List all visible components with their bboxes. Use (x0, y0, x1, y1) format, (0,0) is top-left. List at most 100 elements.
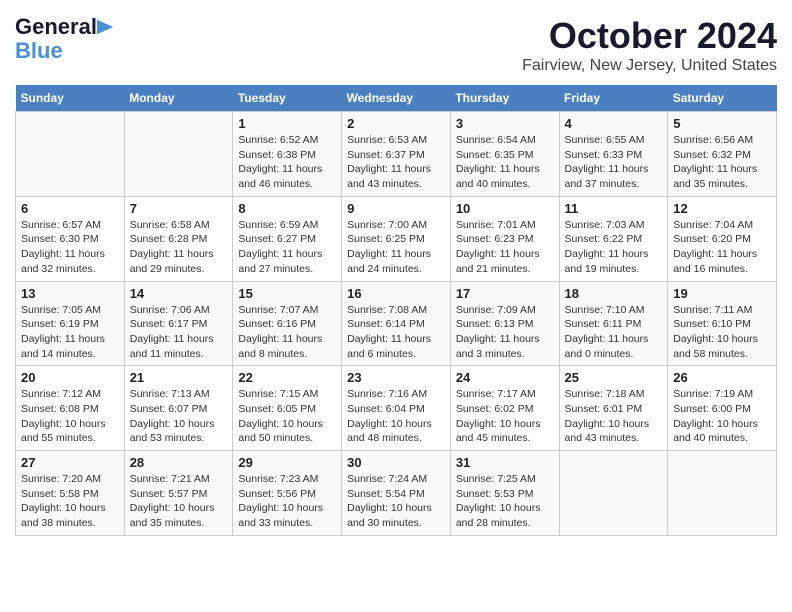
calendar-body: 1 Sunrise: 6:52 AM Sunset: 6:38 PM Daylig… (16, 112, 777, 536)
calendar-week-1: 1 Sunrise: 6:52 AM Sunset: 6:38 PM Daylig… (16, 112, 777, 197)
day-info: Sunrise: 6:55 AM Sunset: 6:33 PM Dayligh… (565, 134, 649, 190)
day-info: Sunrise: 6:59 AM Sunset: 6:27 PM Dayligh… (238, 219, 322, 275)
day-info: Sunrise: 7:01 AM Sunset: 6:23 PM Dayligh… (456, 219, 540, 275)
day-info: Sunrise: 7:06 AM Sunset: 6:17 PM Dayligh… (130, 304, 214, 360)
calendar-cell: 16 Sunrise: 7:08 AM Sunset: 6:14 PM Dayli… (342, 281, 451, 366)
day-info: Sunrise: 7:17 AM Sunset: 6:02 PM Dayligh… (456, 388, 541, 444)
day-info: Sunrise: 6:57 AM Sunset: 6:30 PM Dayligh… (21, 219, 105, 275)
calendar-cell: 11Sunrise: 7:03 AM Sunset: 6:22 PM Dayli… (559, 196, 668, 281)
logo-text-blue: Blue (15, 38, 63, 63)
calendar-week-4: 20 Sunrise: 7:12 AM Sunset: 6:08 PM Dayli… (16, 366, 777, 451)
page-header: General Blue October 2024 Fairview, New … (15, 15, 777, 75)
day-info: Sunrise: 7:03 AM Sunset: 6:22 PM Dayligh… (565, 219, 649, 275)
day-info: Sunrise: 6:56 AM Sunset: 6:32 PM Dayligh… (673, 134, 757, 190)
day-number: 10 (456, 201, 554, 216)
day-number: 7 (130, 201, 228, 216)
calendar-week-2: 6 Sunrise: 6:57 AM Sunset: 6:30 PM Daylig… (16, 196, 777, 281)
day-number: 28 (130, 455, 228, 470)
day-info: Sunrise: 7:24 AM Sunset: 5:54 PM Dayligh… (347, 473, 432, 529)
day-number: 16 (347, 286, 445, 301)
logo: General Blue (15, 15, 115, 63)
day-number: 12 (673, 201, 771, 216)
day-number: 20 (21, 370, 119, 385)
logo-text-general: General (15, 15, 97, 39)
day-info: Sunrise: 7:18 AM Sunset: 6:01 PM Dayligh… (565, 388, 650, 444)
calendar-cell: 10 Sunrise: 7:01 AM Sunset: 6:23 PM Dayli… (450, 196, 559, 281)
header-day-monday: Monday (124, 85, 233, 112)
header-day-sunday: Sunday (16, 85, 125, 112)
calendar-cell: 13 Sunrise: 7:05 AM Sunset: 6:19 PM Dayli… (16, 281, 125, 366)
day-info: Sunrise: 7:20 AM Sunset: 5:58 PM Dayligh… (21, 473, 106, 529)
day-number: 29 (238, 455, 336, 470)
calendar-cell (124, 112, 233, 197)
calendar-cell: 23 Sunrise: 7:16 AM Sunset: 6:04 PM Dayli… (342, 366, 451, 451)
day-number: 31 (456, 455, 554, 470)
header-day-saturday: Saturday (668, 85, 777, 112)
day-number: 23 (347, 370, 445, 385)
calendar-cell: 4 Sunrise: 6:55 AM Sunset: 6:33 PM Daylig… (559, 112, 668, 197)
calendar-header: SundayMondayTuesdayWednesdayThursdayFrid… (16, 85, 777, 112)
calendar-cell: 21Sunrise: 7:13 AM Sunset: 6:07 PM Dayli… (124, 366, 233, 451)
calendar-cell: 24 Sunrise: 7:17 AM Sunset: 6:02 PM Dayli… (450, 366, 559, 451)
calendar-cell (668, 451, 777, 536)
day-number: 25 (565, 370, 663, 385)
day-info: Sunrise: 7:21 AM Sunset: 5:57 PM Dayligh… (130, 473, 215, 529)
header-day-tuesday: Tuesday (233, 85, 342, 112)
day-number: 8 (238, 201, 336, 216)
day-number: 22 (238, 370, 336, 385)
day-info: Sunrise: 6:52 AM Sunset: 6:38 PM Dayligh… (238, 134, 322, 190)
day-info: Sunrise: 6:58 AM Sunset: 6:28 PM Dayligh… (130, 219, 214, 275)
day-number: 4 (565, 116, 663, 131)
calendar-cell: 6 Sunrise: 6:57 AM Sunset: 6:30 PM Daylig… (16, 196, 125, 281)
calendar-cell: 3 Sunrise: 6:54 AM Sunset: 6:35 PM Daylig… (450, 112, 559, 197)
calendar-subtitle: Fairview, New Jersey, United States (522, 57, 777, 75)
day-info: Sunrise: 6:53 AM Sunset: 6:37 PM Dayligh… (347, 134, 431, 190)
day-number: 9 (347, 201, 445, 216)
day-number: 15 (238, 286, 336, 301)
day-number: 1 (238, 116, 336, 131)
calendar-cell: 17Sunrise: 7:09 AM Sunset: 6:13 PM Dayli… (450, 281, 559, 366)
day-number: 5 (673, 116, 771, 131)
day-info: Sunrise: 7:05 AM Sunset: 6:19 PM Dayligh… (21, 304, 105, 360)
day-info: Sunrise: 6:54 AM Sunset: 6:35 PM Dayligh… (456, 134, 540, 190)
calendar-cell: 22Sunrise: 7:15 AM Sunset: 6:05 PM Dayli… (233, 366, 342, 451)
day-number: 2 (347, 116, 445, 131)
calendar-cell: 31 Sunrise: 7:25 AM Sunset: 5:53 PM Dayli… (450, 451, 559, 536)
calendar-cell: 27Sunrise: 7:20 AM Sunset: 5:58 PM Dayli… (16, 451, 125, 536)
day-info: Sunrise: 7:12 AM Sunset: 6:08 PM Dayligh… (21, 388, 106, 444)
day-info: Sunrise: 7:07 AM Sunset: 6:16 PM Dayligh… (238, 304, 322, 360)
calendar-cell: 20 Sunrise: 7:12 AM Sunset: 6:08 PM Dayli… (16, 366, 125, 451)
calendar-cell: 14 Sunrise: 7:06 AM Sunset: 6:17 PM Dayli… (124, 281, 233, 366)
calendar-title: October 2024 (522, 15, 777, 57)
calendar-cell: 29 Sunrise: 7:23 AM Sunset: 5:56 PM Dayli… (233, 451, 342, 536)
day-info: Sunrise: 7:19 AM Sunset: 6:00 PM Dayligh… (673, 388, 758, 444)
day-info: Sunrise: 7:13 AM Sunset: 6:07 PM Dayligh… (130, 388, 215, 444)
day-info: Sunrise: 7:11 AM Sunset: 6:10 PM Dayligh… (673, 304, 758, 360)
day-number: 26 (673, 370, 771, 385)
day-info: Sunrise: 7:10 AM Sunset: 6:11 PM Dayligh… (565, 304, 649, 360)
calendar-cell: 1 Sunrise: 6:52 AM Sunset: 6:38 PM Daylig… (233, 112, 342, 197)
calendar-cell: 19 Sunrise: 7:11 AM Sunset: 6:10 PM Dayli… (668, 281, 777, 366)
header-day-friday: Friday (559, 85, 668, 112)
calendar-cell (16, 112, 125, 197)
calendar-cell: 2 Sunrise: 6:53 AM Sunset: 6:37 PM Daylig… (342, 112, 451, 197)
logo-arrow-icon (97, 18, 115, 36)
calendar-table: SundayMondayTuesdayWednesdayThursdayFrid… (15, 85, 777, 536)
header-day-wednesday: Wednesday (342, 85, 451, 112)
day-info: Sunrise: 7:25 AM Sunset: 5:53 PM Dayligh… (456, 473, 541, 529)
day-number: 24 (456, 370, 554, 385)
day-info: Sunrise: 7:08 AM Sunset: 6:14 PM Dayligh… (347, 304, 431, 360)
day-info: Sunrise: 7:23 AM Sunset: 5:56 PM Dayligh… (238, 473, 323, 529)
calendar-cell: 18Sunrise: 7:10 AM Sunset: 6:11 PM Dayli… (559, 281, 668, 366)
day-number: 3 (456, 116, 554, 131)
day-number: 14 (130, 286, 228, 301)
header-day-thursday: Thursday (450, 85, 559, 112)
calendar-cell: 26 Sunrise: 7:19 AM Sunset: 6:00 PM Dayli… (668, 366, 777, 451)
day-number: 19 (673, 286, 771, 301)
day-number: 13 (21, 286, 119, 301)
day-number: 6 (21, 201, 119, 216)
header-row: SundayMondayTuesdayWednesdayThursdayFrid… (16, 85, 777, 112)
day-number: 17 (456, 286, 554, 301)
calendar-cell: 28 Sunrise: 7:21 AM Sunset: 5:57 PM Dayli… (124, 451, 233, 536)
day-info: Sunrise: 7:16 AM Sunset: 6:04 PM Dayligh… (347, 388, 432, 444)
